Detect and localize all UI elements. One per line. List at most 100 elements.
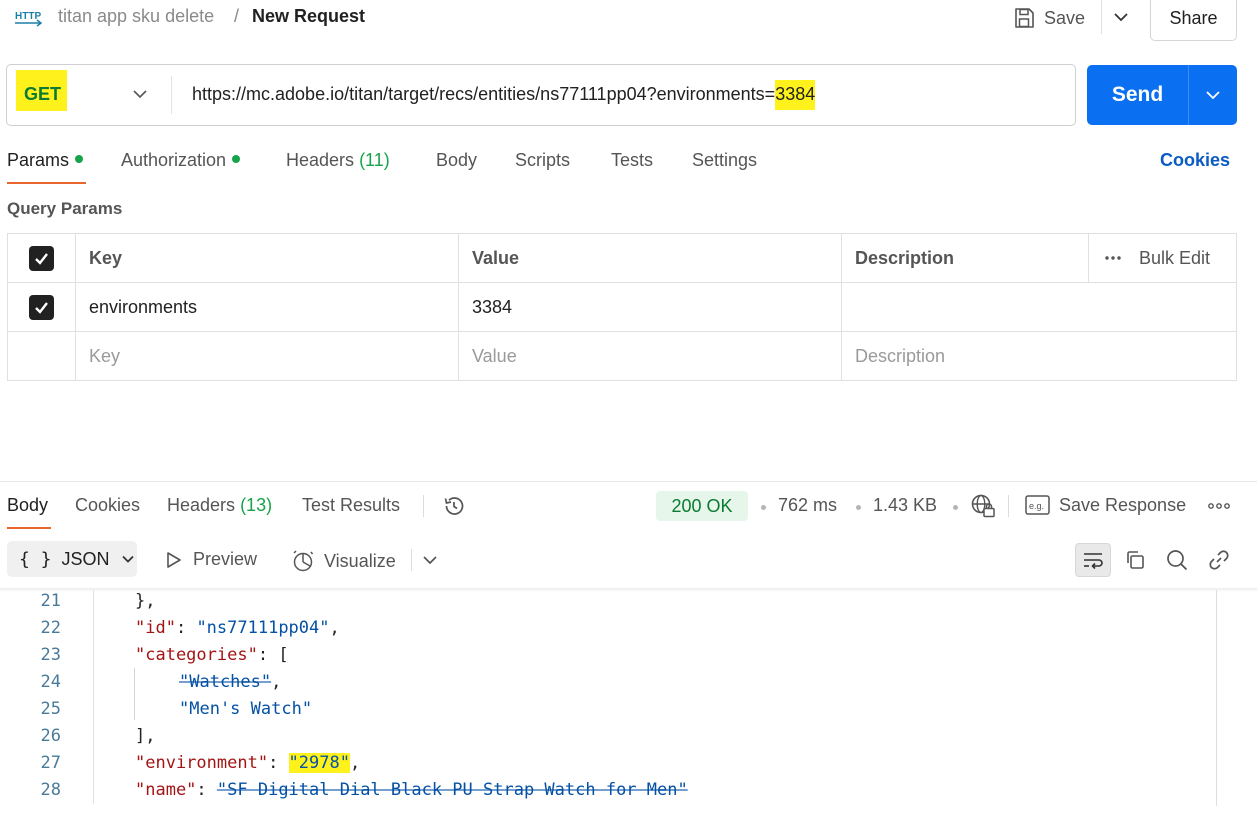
- response-tab-test-results[interactable]: Test Results: [302, 495, 400, 516]
- json-value-name: "SF Digital Dial Black PU Strap Watch fo…: [216, 780, 688, 800]
- params-active-dot: [75, 155, 84, 164]
- new-value-input[interactable]: Value: [458, 332, 841, 380]
- param-description-field[interactable]: [841, 283, 1236, 331]
- headers-count: (11): [359, 150, 390, 170]
- indent-guide: [134, 668, 135, 720]
- save-icon: [1015, 8, 1034, 28]
- line-number: 28: [40, 780, 61, 800]
- fold-gutter-line: [93, 590, 94, 804]
- play-icon: [167, 551, 181, 568]
- method-select[interactable]: GET: [24, 84, 61, 105]
- tab-scripts[interactable]: Scripts: [515, 150, 570, 171]
- new-key-input[interactable]: Key: [75, 332, 458, 380]
- code-top-shadow: [0, 588, 1257, 592]
- json-category-1: "Watches": [179, 672, 272, 692]
- query-params-table: Key Value Description Bulk Edit environm…: [7, 233, 1237, 381]
- line-number: 27: [40, 753, 61, 773]
- send-options-button[interactable]: [1189, 65, 1237, 125]
- http-request-icon: HTTP: [15, 11, 42, 27]
- response-tab-headers-label: Headers: [167, 495, 236, 515]
- new-description-input[interactable]: Description: [841, 332, 1236, 380]
- format-select[interactable]: { } JSON: [7, 541, 137, 577]
- code-line-21: },: [135, 591, 156, 611]
- row-checkbox[interactable]: [29, 294, 54, 320]
- response-tab-body[interactable]: Body: [7, 495, 48, 516]
- json-key-environment: "environment": [135, 753, 269, 773]
- example-icon: e.g.: [1025, 495, 1050, 515]
- copy-button[interactable]: [1117, 543, 1153, 577]
- bulk-edit-label: Bulk Edit: [1139, 247, 1211, 268]
- meta-separator-dot: [953, 505, 958, 510]
- json-key-categories: "categories": [135, 645, 258, 665]
- tab-settings[interactable]: Settings: [692, 150, 757, 171]
- preview-button[interactable]: Preview: [164, 549, 257, 570]
- response-tab-cookies[interactable]: Cookies: [75, 495, 140, 516]
- tab-authorization[interactable]: Authorization: [121, 150, 241, 171]
- bulk-edit-button[interactable]: Bulk Edit: [1088, 234, 1236, 282]
- code-line-27: "environment": "2978",: [135, 753, 361, 773]
- response-tab-headers[interactable]: Headers (13): [167, 495, 272, 516]
- code-line-28: "name": "SF Digital Dial Black PU Strap …: [135, 780, 688, 800]
- response-time[interactable]: 762 ms: [778, 495, 837, 516]
- tab-authorization-label: Authorization: [121, 150, 227, 170]
- breadcrumb-collection[interactable]: titan app sku delete: [58, 6, 214, 27]
- json-value-id: "ns77111pp04": [196, 618, 330, 638]
- line-number: 24: [40, 672, 61, 692]
- tab-headers-label: Headers: [286, 150, 355, 170]
- tab-params[interactable]: Params: [7, 150, 84, 171]
- response-more-icon[interactable]: [1207, 498, 1231, 514]
- column-header-key: Key: [75, 234, 458, 282]
- json-array-open: [: [278, 645, 289, 665]
- cookies-link[interactable]: Cookies: [1160, 150, 1230, 171]
- send-button-group: Send: [1087, 65, 1237, 125]
- response-body-code[interactable]: 21 22 23 24 25 26 27 28 }, "id": "ns7711…: [0, 587, 1217, 817]
- link-button[interactable]: [1201, 543, 1237, 577]
- param-key-field[interactable]: environments: [75, 283, 458, 331]
- select-all-checkbox[interactable]: [29, 245, 54, 271]
- share-button[interactable]: Share: [1150, 0, 1237, 41]
- code-scrollbar-track[interactable]: [1216, 590, 1217, 806]
- visualize-button[interactable]: Visualize: [291, 549, 396, 573]
- response-pane-divider[interactable]: [0, 481, 1257, 482]
- search-button[interactable]: [1159, 543, 1195, 577]
- save-label: Save: [1044, 7, 1086, 28]
- search-icon: [1167, 550, 1188, 571]
- response-active-tab-indicator: [7, 527, 51, 529]
- save-options-chevron-down-icon[interactable]: [1110, 6, 1132, 28]
- tab-body[interactable]: Body: [436, 150, 477, 171]
- line-number: 25: [40, 699, 61, 719]
- column-header-description: Description: [841, 234, 1088, 282]
- more-options-icon: [1105, 256, 1121, 260]
- meta-actions-divider: [1008, 495, 1009, 517]
- status-badge[interactable]: 200 OK: [656, 491, 748, 521]
- response-tabs-divider: [423, 495, 424, 517]
- json-category-2: "Men's Watch": [179, 699, 313, 719]
- response-size[interactable]: 1.43 KB: [873, 495, 937, 516]
- url-input[interactable]: https://mc.adobe.io/titan/target/recs/en…: [192, 80, 816, 110]
- save-divider: [1101, 0, 1102, 34]
- visualize-chevron-down-icon[interactable]: [421, 551, 439, 569]
- send-button[interactable]: Send: [1087, 65, 1188, 125]
- table-row: environments 3384: [8, 283, 1236, 332]
- checkmark-icon: [35, 252, 48, 265]
- method-chevron-down-icon[interactable]: [130, 84, 150, 104]
- url-highlighted-param: 3384: [775, 80, 816, 110]
- history-icon[interactable]: [442, 494, 466, 518]
- tab-tests[interactable]: Tests: [611, 150, 653, 171]
- breadcrumb-separator: /: [234, 6, 240, 26]
- code-line-23: "categories": [: [135, 645, 289, 665]
- request-header: HTTP titan app sku delete / New Request …: [0, 0, 1257, 41]
- wrap-lines-button[interactable]: [1075, 543, 1111, 577]
- request-title[interactable]: New Request: [252, 6, 365, 27]
- params-header-row: Key Value Description Bulk Edit: [8, 234, 1236, 283]
- format-chevron-down-icon: [121, 555, 134, 563]
- save-button[interactable]: Save: [1012, 3, 1085, 33]
- preview-label: Preview: [193, 549, 258, 569]
- save-response-button[interactable]: Save Response: [1059, 495, 1186, 516]
- query-params-title: Query Params: [7, 199, 123, 218]
- param-value-field[interactable]: 3384: [458, 283, 841, 331]
- tab-headers[interactable]: Headers (11): [286, 150, 390, 171]
- response-headers-count: (13): [240, 495, 273, 515]
- network-globe-lock-icon[interactable]: [970, 493, 996, 519]
- checkmark-icon: [35, 301, 48, 314]
